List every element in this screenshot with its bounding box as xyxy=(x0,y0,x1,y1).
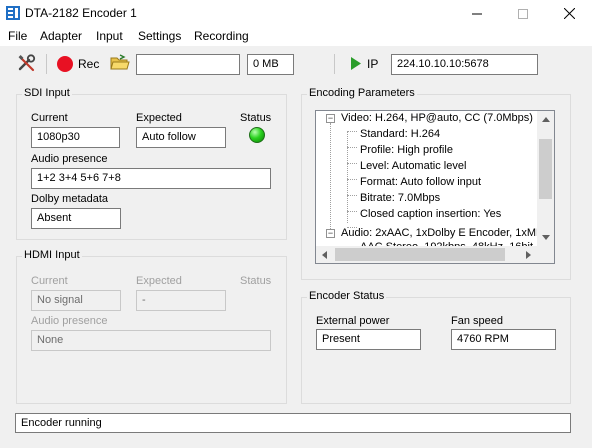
sdi-current-label: Current xyxy=(31,112,68,124)
folder-open-icon[interactable] xyxy=(110,54,130,72)
close-button[interactable] xyxy=(546,0,592,27)
menu-recording[interactable]: Recording xyxy=(194,29,249,43)
tree-connector xyxy=(347,211,357,212)
sdi-dolby-field: Absent xyxy=(31,208,121,229)
record-label[interactable]: Rec xyxy=(78,57,99,71)
tree-connector xyxy=(347,131,348,223)
tree-node-video[interactable]: Video: H.264, HP@auto, CC (7.0Mbps) xyxy=(341,111,533,126)
tree-vertical-scrollbar[interactable] xyxy=(537,111,554,246)
sdi-status-led-icon xyxy=(249,127,265,143)
hdmi-expected-field: - xyxy=(136,290,226,311)
minimize-button[interactable] xyxy=(454,0,500,27)
hdmi-audio-field: None xyxy=(31,330,271,351)
play-icon[interactable] xyxy=(350,57,362,73)
scroll-left-icon[interactable] xyxy=(316,246,333,263)
hdmi-expected-label: Expected xyxy=(136,275,182,287)
fan-speed-field: 4760 RPM xyxy=(451,329,556,350)
fan-speed-label: Fan speed xyxy=(451,315,503,327)
menu-settings[interactable]: Settings xyxy=(138,29,181,43)
tree-node-format[interactable]: Format: Auto follow input xyxy=(360,174,481,190)
sdi-status-label: Status xyxy=(240,112,272,124)
tree-node-standard[interactable]: Standard: H.264 xyxy=(360,126,440,142)
ip-label[interactable]: IP xyxy=(367,57,378,71)
sdi-dolby-label: Dolby metadata xyxy=(31,193,109,205)
record-icon[interactable] xyxy=(57,56,73,72)
title-bar[interactable]: DTA-2182 Encoder 1 xyxy=(0,0,592,27)
sdi-audio-field: 1+2 3+4 5+6 7+8 xyxy=(31,168,271,189)
hdmi-current-field: No signal xyxy=(31,290,121,311)
hdmi-audio-label: Audio presence xyxy=(31,315,108,327)
tree-connector xyxy=(347,195,357,196)
scroll-up-icon[interactable] xyxy=(537,111,554,128)
status-bar: Encoder running xyxy=(15,413,571,433)
tree-connector xyxy=(330,123,331,235)
menu-adapter[interactable]: Adapter xyxy=(40,29,82,43)
hdmi-current-label: Current xyxy=(31,275,68,287)
scroll-thumb[interactable] xyxy=(335,248,505,261)
external-power-field: Present xyxy=(316,329,421,350)
menu-file[interactable]: File xyxy=(8,29,27,43)
sdi-expected-label: Expected xyxy=(136,112,182,124)
tools-icon[interactable] xyxy=(17,54,37,74)
tree-node-profile[interactable]: Profile: High profile xyxy=(360,142,453,158)
maximize-button[interactable] xyxy=(500,0,546,27)
tree-node-bitrate[interactable]: Bitrate: 7.0Mbps xyxy=(360,190,440,206)
tree-connector xyxy=(347,131,357,132)
encoder-status-title: Encoder Status xyxy=(307,290,387,302)
sdi-audio-label: Audio presence xyxy=(31,153,108,165)
tree-connector xyxy=(347,179,357,180)
tree-node-closed-caption[interactable]: Closed caption insertion: Yes xyxy=(360,206,501,222)
toolbar-separator xyxy=(46,54,47,74)
ip-address-field[interactable]: 224.10.10.10:5678 xyxy=(391,54,538,75)
sdi-expected-field[interactable]: Auto follow xyxy=(136,127,226,148)
tree-node-level[interactable]: Level: Automatic level xyxy=(360,158,466,174)
hdmi-input-title: HDMI Input xyxy=(22,249,82,261)
recording-filename-field[interactable] xyxy=(136,54,240,75)
menu-bar: File Adapter Input Settings Recording xyxy=(0,27,592,46)
hdmi-status-label: Status xyxy=(240,275,272,287)
menu-input[interactable]: Input xyxy=(96,29,123,43)
scroll-thumb[interactable] xyxy=(539,139,552,199)
encoding-tree-view[interactable]: − Video: H.264, HP@auto, CC (7.0Mbps) St… xyxy=(315,110,555,264)
encoding-parameters-title: Encoding Parameters xyxy=(307,87,417,99)
tree-connector xyxy=(347,147,357,148)
encoder-status-group xyxy=(301,297,571,404)
window-title: DTA-2182 Encoder 1 xyxy=(25,6,137,20)
sdi-current-field: 1080p30 xyxy=(31,127,120,148)
minimize-icon xyxy=(472,13,482,14)
collapse-icon[interactable]: − xyxy=(326,229,335,238)
toolbar-separator xyxy=(334,54,335,74)
close-icon xyxy=(563,8,575,19)
external-power-label: External power xyxy=(316,315,390,327)
scroll-right-icon[interactable] xyxy=(520,246,537,263)
recording-size-field: 0 MB xyxy=(247,54,294,75)
scroll-corner xyxy=(537,246,554,263)
sdi-input-title: SDI Input xyxy=(22,87,72,99)
tree-connector xyxy=(347,163,357,164)
app-icon xyxy=(6,6,20,20)
toolbar: Rec 0 MB IP 224.10.10.10:5678 xyxy=(0,46,592,80)
collapse-icon[interactable]: − xyxy=(326,114,335,123)
maximize-icon xyxy=(518,8,528,19)
scroll-down-icon[interactable] xyxy=(537,229,554,246)
tree-horizontal-scrollbar[interactable] xyxy=(316,246,537,263)
